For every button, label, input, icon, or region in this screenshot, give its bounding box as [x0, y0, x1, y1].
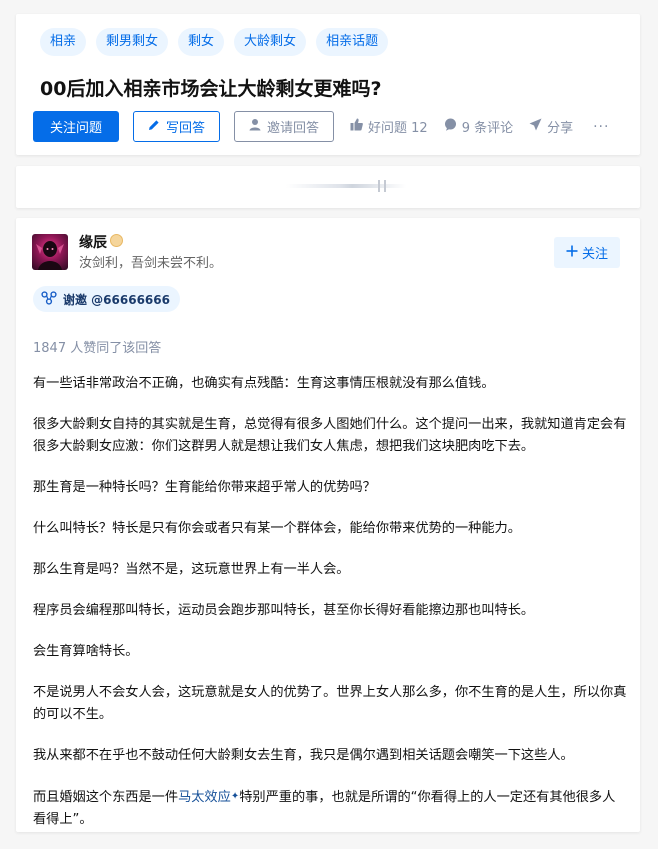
answer-paragraph: 很多大龄剩女自持的其实就是生育，总觉得有很多人图她们什么。这个提问一出来，我就知… [33, 417, 627, 454]
good-question-label: 好问题 12 [368, 121, 428, 136]
avatar[interactable] [32, 234, 68, 270]
topic-tag[interactable]: 大龄剩女 [234, 28, 307, 56]
share-button[interactable]: 分享 [529, 117, 573, 136]
thumbs-up-icon [350, 118, 363, 135]
author-bio: 汝剑利，吾剑未尝不利。 [79, 256, 223, 271]
loading-tick [384, 180, 386, 192]
loading-placeholder [16, 166, 640, 208]
question-title[interactable]: 00后加入相亲市场会让大龄剩女更难吗? [40, 74, 381, 101]
share-icon [529, 118, 542, 135]
pencil-icon [148, 119, 160, 135]
keyword-star-icon: ✦ [230, 791, 240, 802]
invite-network-icon [41, 290, 57, 308]
topic-tag[interactable]: 剩女 [178, 28, 225, 56]
good-question-button[interactable]: 好问题 12 [350, 117, 428, 136]
answer-paragraph: 有一些话非常政治不正确，也确实有点残酷：生育这事情压根就没有那么值钱。 [33, 376, 495, 391]
write-answer-label: 写回答 [165, 121, 205, 136]
follow-author-label: 关注 [581, 247, 608, 262]
comments-label: 9 条评论 [461, 121, 514, 136]
invitation-chip[interactable]: 谢邀 @66666666 [33, 286, 180, 312]
topic-tag[interactable]: 相亲话题 [316, 28, 389, 56]
topic-tag[interactable]: 相亲 [40, 28, 87, 56]
answer-paragraph: 程序员会编程那叫特长，运动员会跑步那叫特长，甚至你长得好看能擦边那也叫特长。 [33, 603, 535, 618]
invite-person-icon [249, 118, 261, 135]
badge-icon [110, 234, 123, 247]
follow-question-button[interactable]: 关注问题 [33, 111, 119, 142]
answer-paragraph: 那么生育是吗？当然不是，这玩意世界上有一半人会。 [33, 562, 350, 577]
answer-paragraph: 不是说男人不会女人会，这玩意就是女人的优势了。世界上女人那么多，你不生育的是人生… [33, 685, 627, 722]
vote-count[interactable]: 1847 人赞同了该回答 [33, 337, 161, 356]
loading-tick [378, 180, 380, 192]
question-actions: 关注问题 写回答 邀请回答 好问题 12 9 条评论 分享 ··· [33, 111, 609, 142]
write-answer-button[interactable]: 写回答 [133, 111, 220, 142]
invite-answer-button[interactable]: 邀请回答 [234, 111, 334, 142]
plus-icon [566, 245, 578, 261]
paragraph-text: 而且婚姻这个东西是一件 [33, 790, 179, 805]
topic-tag[interactable]: 剩男剩女 [96, 28, 169, 56]
keyword-link[interactable]: 马太效应 [178, 790, 231, 805]
comments-button[interactable]: 9 条评论 [444, 117, 513, 136]
follow-author-button[interactable]: 关注 [554, 237, 620, 268]
answer-paragraph: 什么叫特长？特长是只有你会或者只有某一个群体会，能给你带来优势的一种能力。 [33, 521, 521, 536]
answer-paragraph-last: 而且婚姻这个东西是一件马太效应✦特别严重的事，也就是所谓的“你看得上的人一定还有… [33, 786, 628, 831]
answer-paragraph: 那生育是一种特长吗？生育能给你带来超乎常人的优势吗？ [33, 480, 376, 495]
author-name[interactable]: 缘辰 [79, 232, 107, 252]
invite-answer-label: 邀请回答 [266, 121, 319, 136]
comment-icon [444, 118, 457, 135]
share-label: 分享 [547, 121, 574, 136]
loading-bar [286, 184, 406, 188]
answer-content: 有一些话非常政治不正确，也确实有点残酷：生育这事情压根就没有那么值钱。 很多大龄… [33, 373, 628, 849]
answer-paragraph: 会生育算啥特长。 [33, 644, 139, 659]
question-header: 相亲 剩男剩女 剩女 大龄剩女 相亲话题 00后加入相亲市场会让大龄剩女更难吗?… [16, 14, 640, 155]
more-options-button[interactable]: ··· [593, 119, 609, 135]
answer-card: 缘辰 汝剑利，吾剑未尝不利。 关注 谢邀 @66666666 1847 人赞同了… [16, 218, 640, 832]
invitation-text: 谢邀 @66666666 [63, 292, 170, 307]
topic-list: 相亲 剩男剩女 剩女 大龄剩女 相亲话题 [40, 28, 389, 56]
answer-paragraph: 我从来都不在乎也不鼓动任何大龄剩女去生育，我只是偶尔遇到相关话题会嘲笑一下这些人… [33, 748, 574, 763]
